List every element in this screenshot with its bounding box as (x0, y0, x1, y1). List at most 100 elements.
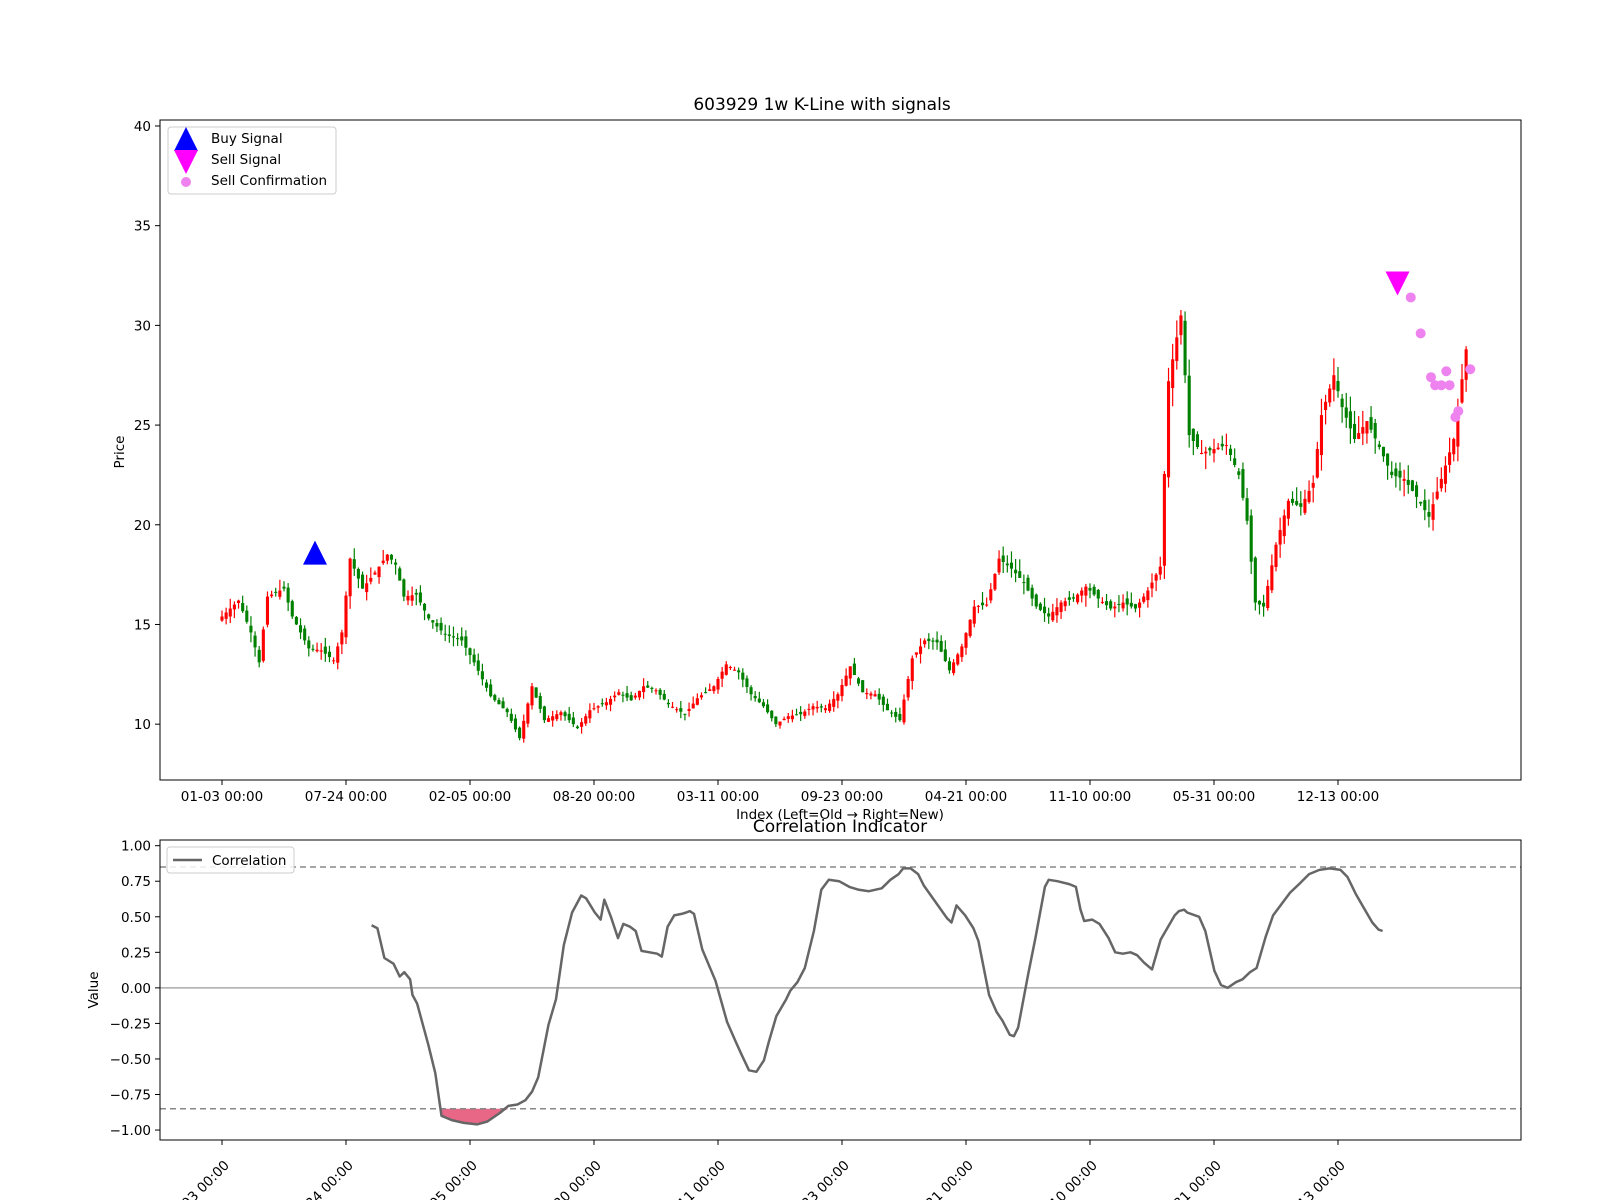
candle-body (555, 714, 559, 720)
kline-x-tick-label: 05-31 00:00 (1173, 789, 1255, 805)
candle-body (1014, 569, 1018, 574)
candle-body (1237, 471, 1241, 475)
kline-y-tick-label: 15 (134, 617, 151, 633)
candle-body (823, 708, 828, 711)
candle-body (691, 703, 695, 709)
candle-body (683, 713, 687, 715)
candle-body (642, 686, 646, 693)
candle-body (447, 634, 451, 636)
candle-body (468, 648, 472, 656)
correlation-y-tick-label: 0.25 (121, 945, 151, 961)
candle-body (869, 693, 873, 696)
candle-body (1377, 444, 1381, 448)
candle-body (480, 671, 484, 680)
candle-body (489, 684, 493, 697)
candle-body (778, 721, 782, 726)
kline-x-tick-label: 02-05 00:00 (429, 789, 511, 805)
candle-body (278, 590, 282, 597)
candle-body (575, 726, 580, 729)
candle-body (1443, 465, 1448, 484)
candle-body (1282, 515, 1286, 537)
candle-body (571, 717, 575, 725)
candle-body (323, 646, 327, 654)
candle-body (1183, 320, 1187, 376)
correlation-y-axis: −1.00 −0.75 −0.50 −0.25 0.00 0.25 0.50 0.75 1.00 (110, 839, 160, 1139)
candle-body (757, 698, 761, 703)
candle-body (1365, 421, 1369, 434)
correlation-x-tick-label: 12-13 00:00 (1279, 1158, 1349, 1200)
candle-body (1204, 451, 1208, 454)
candle-body (460, 636, 464, 641)
candle-body (1191, 428, 1195, 442)
candle-body (1361, 427, 1365, 434)
candle-body (910, 658, 914, 681)
candle-body (530, 686, 534, 706)
candle-body (1369, 417, 1373, 430)
candle-body (968, 619, 972, 637)
candle-body (464, 636, 468, 648)
candle-body (398, 568, 402, 581)
candle-body (1084, 586, 1088, 596)
candle-body (1009, 562, 1014, 569)
candle-body (373, 572, 377, 575)
candle-body (1220, 443, 1224, 447)
candle-body (402, 579, 406, 597)
candle-body (972, 606, 976, 624)
correlation-y-tick-label: −0.25 (110, 1016, 151, 1032)
candle-body (1109, 601, 1113, 609)
candle-body (1030, 587, 1034, 599)
candle-body (856, 678, 861, 684)
candle-body (1129, 602, 1133, 607)
sell-confirmation-marker (1453, 406, 1464, 417)
correlation-y-label: Value (86, 971, 102, 1008)
candle-body (1162, 473, 1166, 566)
candle-body (286, 587, 290, 603)
candle-body (918, 646, 923, 654)
candle-body (1187, 375, 1191, 436)
candle-body (526, 703, 530, 724)
correlation-fill (441, 1108, 509, 1125)
candle-body (629, 695, 633, 701)
sell-confirmation-marker (1405, 292, 1416, 303)
candle-body (245, 610, 249, 622)
kline-x-tick-label: 07-24 00:00 (305, 789, 387, 805)
candle-body (1212, 449, 1216, 454)
candle-body (964, 633, 968, 648)
candle-body (596, 706, 600, 708)
candle-body (1138, 602, 1142, 608)
candle-body (270, 594, 274, 597)
candle-body (1245, 498, 1249, 521)
candle-body (418, 592, 422, 603)
correlation-line (371, 867, 1384, 1126)
kline-y-tick-label: 20 (134, 518, 151, 534)
kline-signals (303, 271, 1476, 565)
candle-body (1257, 600, 1262, 605)
candle-body (1357, 433, 1361, 439)
candle-body (724, 664, 728, 675)
candle-body (1059, 602, 1063, 612)
candle-body (344, 595, 348, 638)
candle-body (1038, 603, 1042, 610)
candle-body (980, 602, 985, 606)
candle-body (456, 638, 460, 640)
candle-body (224, 612, 228, 619)
legend-sell-confirmation-label: Sell Confirmation (211, 173, 327, 189)
candle-body (770, 710, 774, 719)
kline-y-tick-label: 25 (134, 418, 151, 434)
candle-body (704, 692, 708, 694)
candle-body (927, 638, 931, 642)
kline-x-tick-label: 08-20 00:00 (553, 789, 635, 805)
candle-body (1311, 482, 1315, 488)
sell-confirmation-marker (1444, 380, 1455, 391)
candle-body (1299, 503, 1303, 507)
candle-body (220, 616, 224, 621)
candle-body (885, 703, 890, 711)
candle-body (497, 700, 501, 705)
oversold-fill (441, 1108, 509, 1125)
kline-candles (220, 309, 1468, 743)
sell-signal-marker (1385, 271, 1410, 296)
candle-body (1117, 604, 1121, 606)
candle-body (741, 672, 745, 680)
candle-body (832, 698, 836, 707)
candle-body (1394, 468, 1398, 477)
